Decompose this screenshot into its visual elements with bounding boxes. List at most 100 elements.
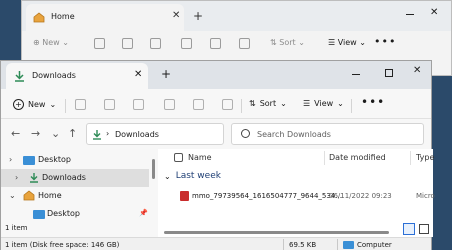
plus-icon: + (13, 99, 24, 110)
rename-icon[interactable] (181, 38, 192, 49)
nav-item-home-desktop[interactable]: Desktop 📌 (1, 205, 149, 223)
status-divider (337, 239, 338, 250)
column-divider[interactable] (324, 151, 325, 165)
column-type[interactable]: Type (416, 153, 434, 162)
cut-icon[interactable] (94, 38, 105, 49)
status-bar: 1 item (Disk free space: 146 GB) 69.5 KB… (1, 237, 431, 250)
desktop-folder-icon (23, 156, 35, 165)
paste-icon[interactable] (133, 99, 144, 110)
more-options-button[interactable]: ••• (361, 95, 385, 109)
toolbar: + New ⌄ ⇅ Sort ⌄ ☰ View ⌄ ••• (1, 89, 431, 119)
sort-button[interactable]: ⇅ Sort ⌄ (249, 99, 287, 108)
chevron-down-icon: ⌄ (49, 100, 57, 109)
rename-icon[interactable] (164, 99, 175, 110)
chevron-right-icon: › (106, 129, 110, 138)
select-all-checkbox[interactable] (174, 153, 183, 162)
nav-item-label: Downloads (42, 173, 86, 182)
file-list: Name Date modified Type ⌄ Last week mmo_… (158, 149, 435, 237)
search-input[interactable]: Search Downloads (257, 130, 331, 139)
size-status: 69.5 KB (289, 241, 317, 249)
new-button[interactable]: + New ⌄ (13, 99, 56, 110)
paste-icon[interactable] (150, 38, 161, 49)
new-tab-button[interactable]: + (193, 9, 203, 23)
minimize-button[interactable] (352, 74, 360, 75)
address-field[interactable]: › Downloads (86, 123, 224, 145)
toolbar-divider (65, 99, 66, 113)
file-type: Micro (416, 192, 435, 200)
tiles-view-icon[interactable] (419, 224, 429, 234)
view-button[interactable]: ☰ View ⌄ (328, 38, 366, 47)
sort-button[interactable]: ⇅ Sort ⌄ (270, 38, 305, 47)
chevron-right-icon[interactable]: › (9, 155, 12, 164)
tab-strip: Downloads ✕ + ✕ (1, 61, 431, 89)
maximize-button[interactable] (385, 69, 393, 77)
downloads-window[interactable]: Downloads ✕ + ✕ + New ⌄ ⇅ Sort ⌄ ☰ View … (0, 60, 435, 250)
table-row[interactable]: mmo_79739564_1616504777_9644_534... 06/1… (158, 187, 435, 205)
download-icon (30, 173, 38, 183)
home-tab-strip: Home ✕ + ✕ (22, 1, 451, 31)
chevron-down-icon: ⌄ (280, 99, 287, 108)
close-icon[interactable]: ✕ (134, 69, 142, 80)
home-tab[interactable]: Home ✕ (26, 4, 184, 31)
forward-button[interactable]: → (31, 127, 40, 140)
search-box[interactable]: Search Downloads (231, 123, 424, 145)
nav-item-label: Desktop (47, 209, 80, 218)
nav-item-label: Desktop (38, 155, 71, 164)
file-list-scrollbar[interactable] (158, 227, 433, 237)
scrollbar-thumb[interactable] (164, 231, 389, 234)
column-date[interactable]: Date modified (329, 153, 386, 162)
chevron-right-icon[interactable]: › (15, 173, 18, 182)
copy-icon[interactable] (104, 99, 115, 110)
nav-item-home[interactable]: ⌄ Home (1, 187, 149, 205)
downloads-tab[interactable]: Downloads ✕ (6, 63, 148, 89)
new-button[interactable]: ⊕ New ⌄ (33, 38, 69, 47)
item-count: 1 item (5, 224, 28, 232)
delete-icon[interactable] (239, 38, 250, 49)
nav-item-downloads[interactable]: › Downloads (1, 169, 149, 187)
close-icon[interactable]: ✕ (172, 10, 180, 21)
chevron-down-icon[interactable]: ⌄ (9, 191, 16, 200)
home-tab-title: Home (51, 12, 75, 21)
toolbar-divider (241, 99, 242, 113)
scrollbar-thumb[interactable] (152, 159, 155, 179)
nav-item-label: Home (38, 191, 62, 200)
window-close-button[interactable]: ✕ (430, 7, 438, 18)
desktop-folder-icon (33, 210, 45, 219)
view-icon: ☰ (303, 99, 311, 108)
delete-icon[interactable] (222, 99, 233, 110)
chevron-down-icon[interactable]: ⌄ (164, 172, 171, 181)
chevron-down-icon: ⌄ (337, 99, 344, 108)
column-headers: Name Date modified Type (158, 149, 434, 167)
nav-item-desktop[interactable]: › Desktop (1, 151, 149, 169)
window-close-button[interactable]: ✕ (413, 65, 421, 76)
more-options-button[interactable]: ••• (374, 35, 396, 48)
file-name: mmo_79739564_1616504777_9644_534... (192, 192, 342, 200)
column-name[interactable]: Name (188, 153, 212, 162)
group-header-last-week[interactable]: ⌄ Last week (164, 171, 221, 181)
copy-icon[interactable] (122, 38, 133, 49)
download-icon (15, 71, 24, 82)
share-icon[interactable] (210, 38, 221, 49)
download-icon (93, 130, 101, 140)
cut-icon[interactable] (75, 99, 86, 110)
file-date: 06/11/2022 09:23 (329, 192, 392, 200)
nav-pane-scrollbar[interactable] (150, 151, 156, 231)
downloads-tab-title: Downloads (32, 71, 76, 80)
home-toolbar: ⊕ New ⌄ ⇅ Sort ⌄ ☰ View ⌄ ••• (22, 31, 451, 57)
pdf-file-icon (180, 191, 189, 201)
toolbar-divider (351, 99, 352, 113)
view-label: View (314, 99, 334, 108)
new-tab-button[interactable]: + (161, 67, 171, 81)
home-icon (33, 12, 45, 23)
address-bar-row: ← → ⌄ ↑ › Downloads Search Downloads (1, 119, 431, 149)
recent-locations-button[interactable]: ⌄ (51, 127, 60, 140)
details-view-icon[interactable] (403, 223, 415, 235)
minimize-button[interactable] (406, 14, 414, 15)
view-button[interactable]: ☰ View ⌄ (303, 99, 344, 108)
home-icon (23, 190, 35, 201)
back-button[interactable]: ← (11, 127, 20, 140)
search-icon (241, 129, 250, 138)
up-button[interactable]: ↑ (68, 127, 77, 140)
column-divider[interactable] (410, 151, 411, 165)
share-icon[interactable] (193, 99, 204, 110)
